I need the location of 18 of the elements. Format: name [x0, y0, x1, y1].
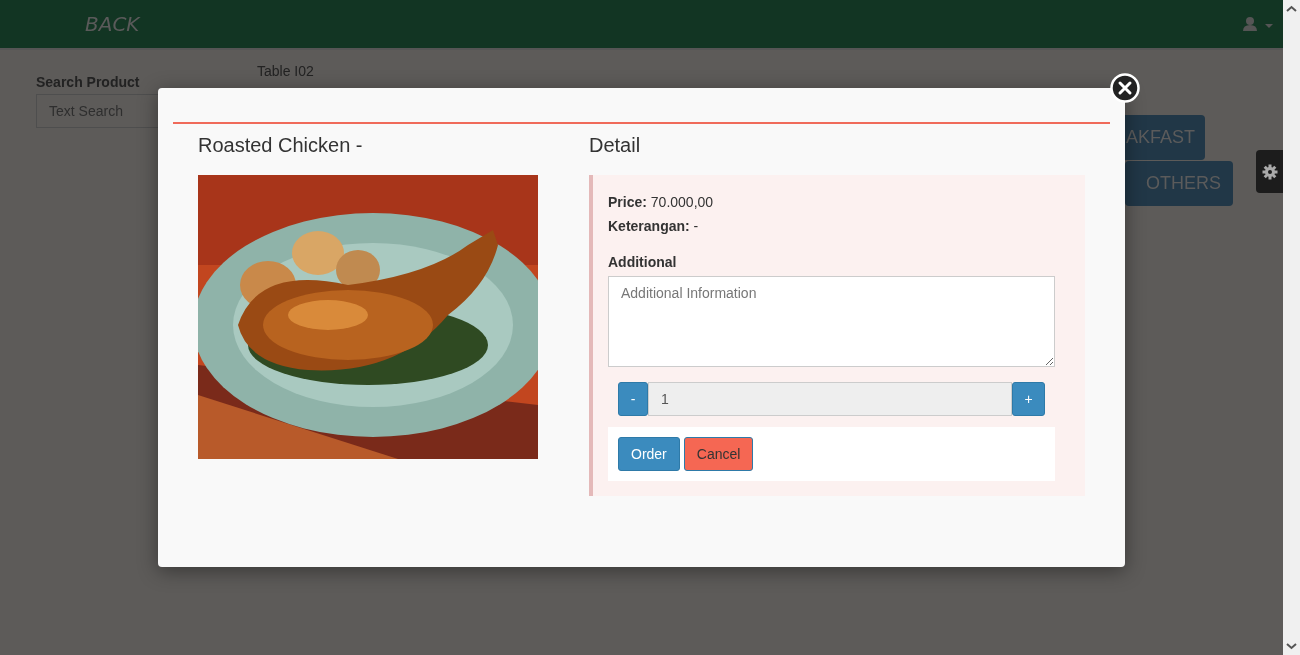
- decrease-button[interactable]: -: [618, 382, 648, 416]
- cancel-button[interactable]: Cancel: [683, 437, 754, 471]
- detail-heading: Detail: [589, 134, 642, 158]
- increase-button[interactable]: +: [1012, 382, 1045, 416]
- quantity-field[interactable]: 1: [648, 382, 1012, 416]
- price-text: Price: 70.000,00: [608, 193, 715, 212]
- table-label: Table I02: [257, 63, 314, 79]
- search-label: Search Product: [36, 74, 141, 90]
- settings-icon: [1261, 163, 1278, 180]
- settings-tab[interactable]: [1256, 150, 1283, 193]
- back-link[interactable]: BACK: [85, 12, 140, 36]
- order-button[interactable]: Order: [618, 437, 680, 471]
- user-icon: [1243, 17, 1273, 31]
- additional-field[interactable]: Additional Information: [608, 276, 1055, 367]
- close-icon[interactable]: [1110, 73, 1140, 103]
- note-text: Keterangan: -: [608, 217, 700, 236]
- additional-label: Additional: [608, 254, 678, 270]
- product-title: Roasted Chicken -: [198, 134, 364, 158]
